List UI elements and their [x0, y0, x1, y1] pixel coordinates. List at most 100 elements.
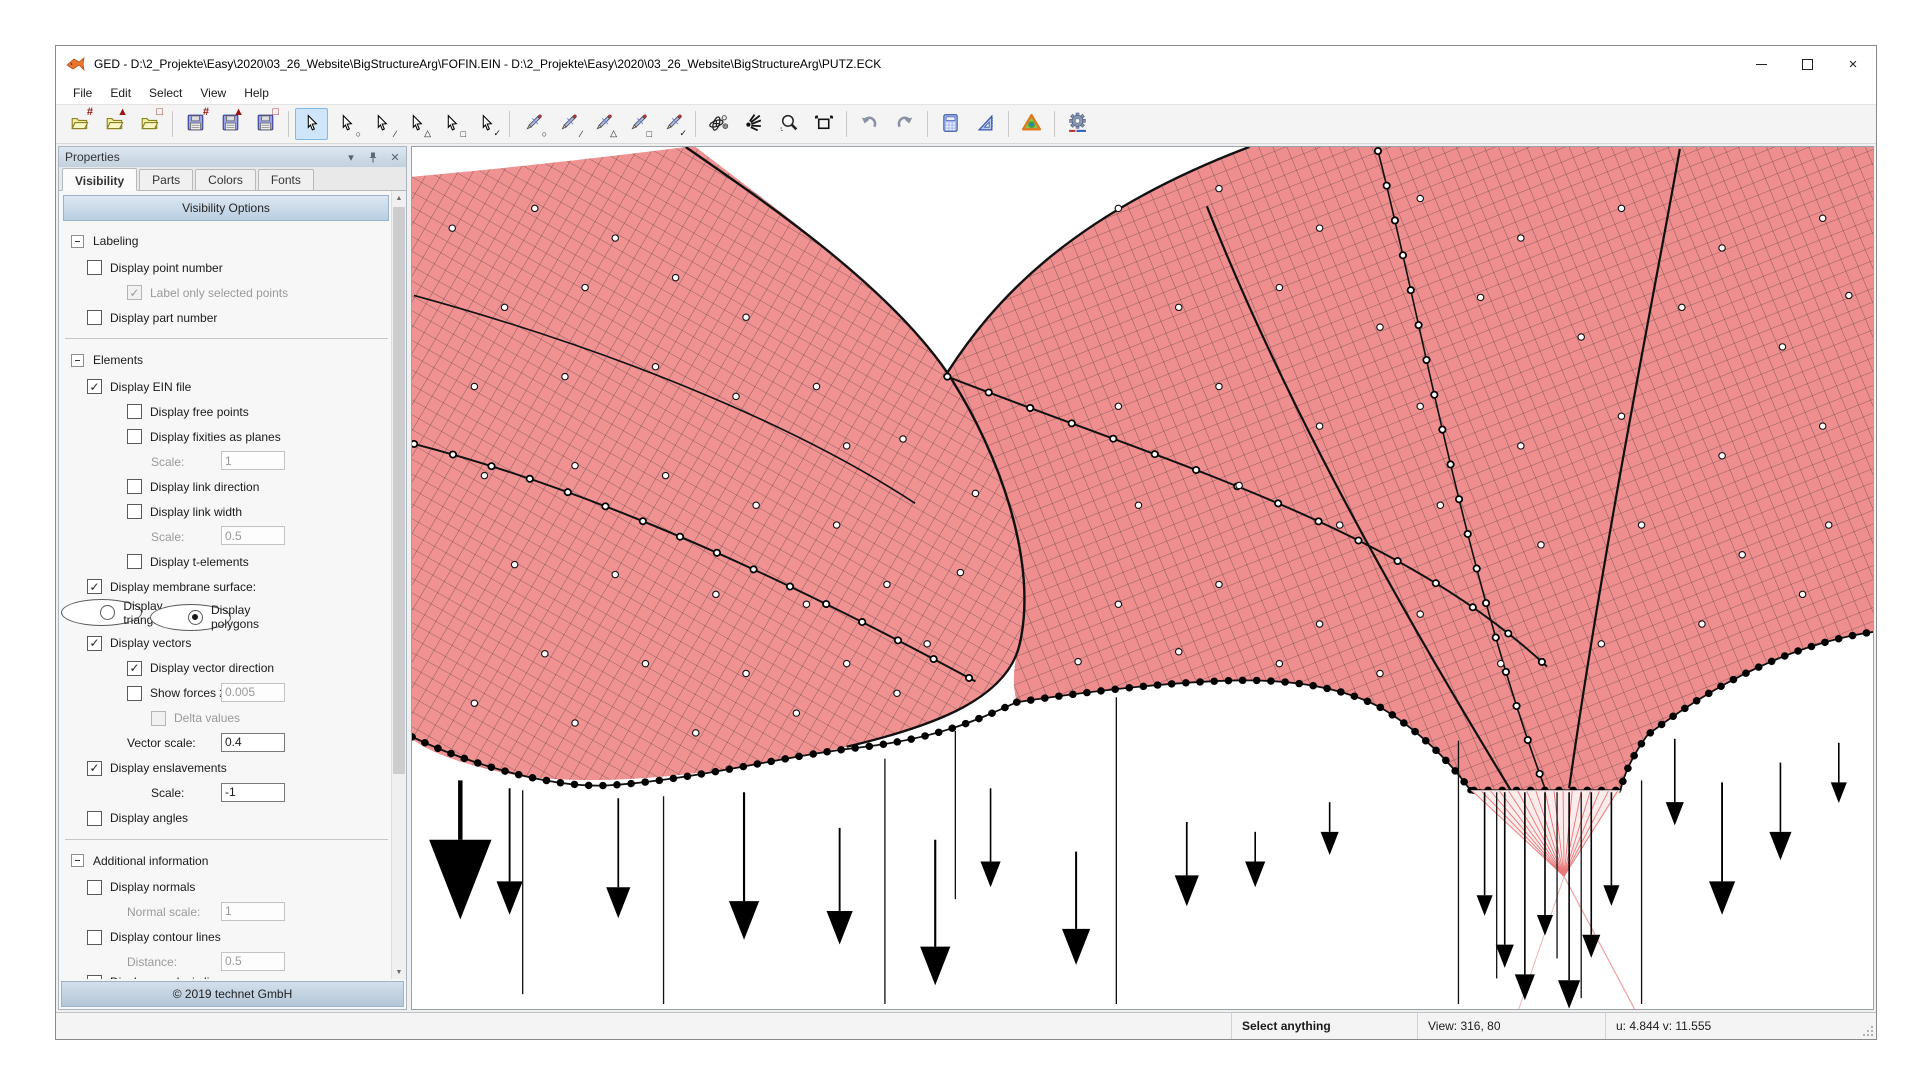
scale-input[interactable] [221, 783, 285, 802]
panel-close-icon[interactable]: ✕ [388, 150, 402, 164]
minimize-button[interactable] [1738, 46, 1784, 82]
scroll-up-icon[interactable]: ▲ [392, 191, 406, 205]
display-vector-direction-checkbox[interactable]: ✓ [127, 661, 142, 676]
maximize-button[interactable] [1784, 46, 1830, 82]
close-button[interactable]: × [1830, 46, 1876, 82]
label-only-selected-points-checkbox[interactable]: ✓ [127, 285, 142, 300]
menu-item-edit[interactable]: Edit [101, 84, 140, 102]
viewport[interactable] [411, 146, 1874, 1010]
display-link-direction-checkbox[interactable] [127, 479, 142, 494]
display-normals-row: Display normals [61, 875, 392, 900]
scale-input[interactable] [221, 526, 285, 545]
distance-input[interactable] [221, 952, 285, 971]
display-polygons-radio[interactable] [188, 610, 203, 625]
select-confirm-tool[interactable]: ✓ [470, 108, 503, 140]
measure-button[interactable] [969, 108, 1002, 140]
floppy-icon [256, 113, 275, 135]
collapse-minus-icon[interactable] [71, 354, 84, 367]
display-link-width-checkbox[interactable] [127, 504, 142, 519]
select-fixities-tool[interactable]: □ [435, 108, 468, 140]
tab-fonts[interactable]: Fonts [258, 169, 314, 190]
select-tool[interactable] [295, 108, 328, 140]
pencil-icon [628, 113, 648, 136]
scale-input[interactable] [221, 451, 285, 470]
edit-triangles-tool[interactable]: △ [586, 108, 619, 140]
save-file-square-button[interactable]: □ [249, 108, 282, 140]
tab-parts[interactable]: Parts [139, 169, 193, 190]
vector-scale-label: Vector scale: [127, 736, 196, 750]
display-vectors-checkbox[interactable]: ✓ [87, 636, 102, 651]
display-triangles-radio[interactable] [100, 605, 115, 620]
toolbar-separator [695, 111, 696, 137]
display-free-points-checkbox[interactable] [127, 404, 142, 419]
display-ein-file-checkbox[interactable]: ✓ [87, 379, 102, 394]
settings-button[interactable] [1061, 108, 1094, 140]
edit-points-tool[interactable]: ○ [516, 108, 549, 140]
toolbar-separator [172, 111, 173, 137]
display-geodesic-lines-checkbox[interactable] [87, 975, 102, 980]
display-fixities-as-planes-checkbox[interactable] [127, 429, 142, 444]
display-point-number-label: Display point number [110, 261, 223, 275]
center-view-tool[interactable] [737, 108, 770, 140]
select-points-tool[interactable]: ○ [330, 108, 363, 140]
delta-values-checkbox[interactable] [151, 711, 166, 726]
scrollbar-thumb[interactable] [393, 207, 405, 774]
display-t-elements-checkbox[interactable] [127, 554, 142, 569]
normal-scale-input[interactable] [221, 902, 285, 921]
show-forces-row: Show forces ≥ [61, 681, 392, 706]
show-forces-input[interactable] [221, 683, 285, 702]
panel-scrollbar[interactable]: ▲ ▼ [391, 191, 406, 979]
delta-values-row: Delta values [61, 706, 392, 731]
redo-button[interactable] [888, 108, 921, 140]
display-normals-checkbox[interactable] [87, 880, 102, 895]
edit-fixities-tool[interactable]: □ [621, 108, 654, 140]
properties-tabs: VisibilityPartsColorsFonts [59, 167, 406, 191]
save-file-triangle-button[interactable]: ▲ [214, 108, 247, 140]
display-point-number-checkbox[interactable] [87, 260, 102, 275]
save-file-hash-button[interactable]: # [179, 108, 212, 140]
open-file-hash-button[interactable]: # [63, 108, 96, 140]
open-file-triangle-button[interactable]: ▲ [98, 108, 131, 140]
vector-scale-input[interactable] [221, 733, 285, 752]
edit-confirm-tool[interactable]: ✓ [656, 108, 689, 140]
scroll-down-icon[interactable]: ▼ [392, 965, 406, 979]
resize-grip[interactable] [1862, 1025, 1874, 1037]
tab-colors[interactable]: Colors [195, 169, 256, 190]
elements-row: Elements [61, 346, 392, 374]
orbit-view-tool[interactable] [702, 108, 735, 140]
zoom-window-tool[interactable] [772, 108, 805, 140]
display-membrane-surface-checkbox[interactable]: ✓ [87, 579, 102, 594]
pointer-icon [478, 114, 496, 135]
display-enslavements-checkbox[interactable]: ✓ [87, 761, 102, 776]
tab-visibility[interactable]: Visibility [62, 168, 137, 191]
orbit-icon [708, 113, 729, 136]
panel-menu-dropdown-icon[interactable]: ▾ [344, 150, 358, 164]
menu-item-help[interactable]: Help [235, 84, 278, 102]
menu-item-file[interactable]: File [64, 84, 101, 102]
labeling-row: Labeling [61, 227, 392, 255]
show-forces-checkbox[interactable] [127, 686, 142, 701]
display-triangles-row: Display triangles [61, 599, 142, 626]
menu-item-select[interactable]: Select [140, 84, 191, 102]
mesh-view-button[interactable] [1015, 108, 1048, 140]
menu-item-view[interactable]: View [191, 84, 235, 102]
collapse-minus-icon[interactable] [71, 854, 84, 867]
tool-mark-glyph: ∕ [580, 129, 582, 139]
pointer-icon [443, 114, 461, 135]
select-links-tool[interactable]: ∕ [365, 108, 398, 140]
display-contour-lines-checkbox[interactable] [87, 930, 102, 945]
collapse-minus-icon[interactable] [71, 235, 84, 248]
undo-button[interactable] [853, 108, 886, 140]
panel-pin-icon[interactable] [366, 150, 380, 164]
edit-links-tool[interactable]: ∕ [551, 108, 584, 140]
display-part-number-label: Display part number [110, 311, 217, 325]
zoom-extents-tool[interactable] [807, 108, 840, 140]
show-forces-label: Show forces ≥ [150, 686, 226, 700]
select-triangles-tool[interactable]: △ [400, 108, 433, 140]
calculator-button[interactable] [934, 108, 967, 140]
display-part-number-checkbox[interactable] [87, 310, 102, 325]
open-file-square-button[interactable]: □ [133, 108, 166, 140]
display-ein-file-label: Display EIN file [110, 380, 191, 394]
window-title: GED - D:\2_Projekte\Easy\2020\03_26_Webs… [94, 57, 881, 71]
display-angles-checkbox[interactable] [87, 811, 102, 826]
